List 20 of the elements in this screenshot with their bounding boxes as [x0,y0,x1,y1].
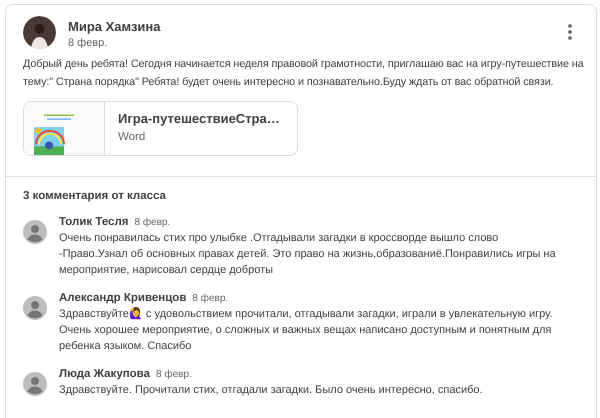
author-name: Мира Хамзина [68,19,162,34]
comment-author: Александр Кривенцов [59,292,186,304]
comment-date: 8 февр. [192,293,228,304]
comment-author: Толик Тесля [59,216,128,228]
comment-date: 8 февр. [134,217,170,228]
attachment-title: Игра-путешествиеСтра… [118,111,280,126]
comment-text: Здравствуйте🙋‍♀ с удовольствием прочитали, отгадывали загадки, играли в увлекательную игру. Очень хорошее мероприятие, о сложных и важных вещах написано доступным и понятным для ребенка языком. Спасибо [59,306,554,354]
attachment-card[interactable]: Игра-путешествиеСтра… Word [23,101,298,156]
comments-header: 3 комментария от класса [23,190,167,202]
comment-date: 8 февр. [156,369,192,380]
avatar-icon [23,296,47,320]
avatar-icon [23,372,47,396]
avatar-icon [23,16,56,49]
avatar-icon [23,220,47,244]
attachment-type: Word [118,131,146,143]
comment-text: Очень понравилась стих про улыбке .Отгадывали загадки в кроссворде вышло слово -Право.Узнал об основных правах детей. Это право на жизнь,образованиё.Понравились игры на мероприятие, нарисовал сердце доброты [59,231,557,278]
comment-author: Люда Жакупова [59,368,150,380]
comment-text: Здравствуйте. Прочитали стих, отгадали загадки. Было очень интересно, спасибо. [59,383,484,398]
post-text: Добрый день ребята! Сегодня начинается неделя правовой грамотности, приглашаю вас на игру-путешествие на тему:" Страна порядка" Ребята! будет очень интересно и познавательно.Буду ждать от вас обратной связи. [23,57,585,90]
post-date: 8 февр. [68,37,108,49]
